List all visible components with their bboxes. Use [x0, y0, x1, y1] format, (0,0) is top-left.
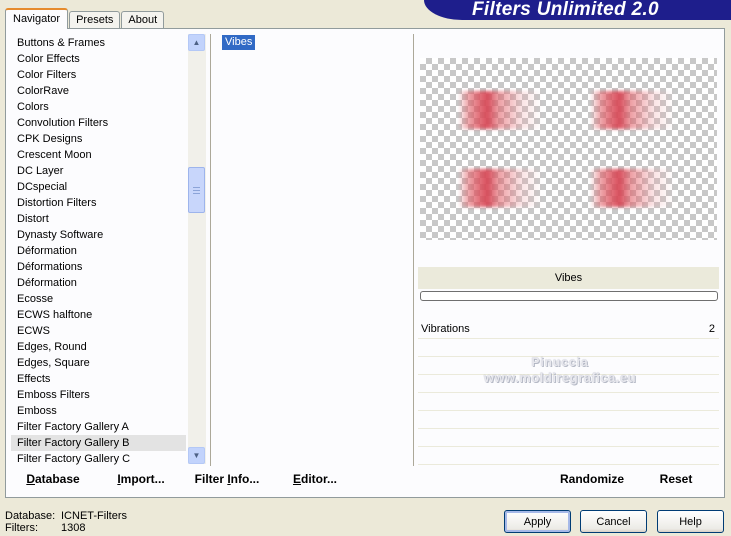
category-item[interactable]: Dynasty Software — [11, 227, 186, 243]
param-row-empty — [418, 430, 719, 447]
category-item[interactable]: Distortion Filters — [11, 195, 186, 211]
help-button[interactable]: Help — [657, 510, 724, 533]
scroll-up-button[interactable]: ▲ — [188, 34, 205, 51]
category-item[interactable]: DCspecial — [11, 179, 186, 195]
cancel-button[interactable]: Cancel — [580, 510, 647, 533]
tab-bar: Navigator Presets About — [5, 8, 165, 29]
watermark-line1: Pinuccia — [531, 355, 589, 369]
watermark: Pinuccia www.moldiregrafica.eu — [440, 354, 680, 386]
param-row-empty — [418, 448, 719, 465]
editor-button[interactable]: Editor... — [290, 466, 340, 492]
preview-blob — [458, 169, 542, 207]
scroll-thumb[interactable] — [188, 167, 205, 213]
category-item[interactable]: Edges, Square — [11, 355, 186, 371]
watermark-line2: www.moldiregrafica.eu — [483, 370, 637, 385]
category-list[interactable]: Buttons & Frames Color Effects Color Filte… — [11, 35, 186, 465]
preview-blob — [590, 169, 674, 207]
preview-blob — [458, 91, 542, 129]
preview-image — [420, 58, 717, 240]
param-row-vibrations[interactable]: Vibrations 2 — [418, 322, 719, 339]
app-title: Filters Unlimited 2.0 — [472, 0, 659, 20]
category-item[interactable]: DC Layer — [11, 163, 186, 179]
status-filters-label: Filters: — [5, 522, 38, 534]
tab-presets[interactable]: Presets — [69, 11, 121, 29]
param-value[interactable]: 2 — [709, 323, 715, 335]
toolbar: Database Import... Filter Info... Editor… — [10, 466, 718, 494]
category-item[interactable]: ECWS halftone — [11, 307, 186, 323]
filter-name-header: Vibes — [418, 267, 719, 289]
divider — [210, 34, 211, 466]
category-item[interactable]: CPK Designs — [11, 131, 186, 147]
filter-list[interactable]: Vibes — [222, 35, 407, 463]
tab-about[interactable]: About — [121, 11, 165, 29]
status-database-value: ICNET-Filters — [61, 510, 127, 522]
category-item[interactable]: Color Effects — [11, 51, 186, 67]
category-item[interactable]: ECWS — [11, 323, 186, 339]
grip-icon — [193, 186, 200, 194]
tab-navigator[interactable]: Navigator — [5, 8, 69, 29]
status-database-label: Database: — [5, 510, 56, 522]
scroll-down-button[interactable]: ▼ — [188, 447, 205, 464]
category-item[interactable]: Emboss — [11, 403, 186, 419]
category-item[interactable]: Filter Factory Gallery C — [11, 451, 186, 465]
category-item[interactable]: Edges, Round — [11, 339, 186, 355]
reset-button[interactable]: Reset — [654, 466, 698, 492]
divider — [413, 34, 414, 466]
category-item[interactable]: Ecosse — [11, 291, 186, 307]
param-label: Vibrations — [421, 323, 470, 335]
progress-bar — [420, 291, 718, 301]
toolbar-divider — [413, 466, 419, 494]
category-item[interactable]: ColorRave — [11, 83, 186, 99]
category-item[interactable]: Filter Factory Gallery A — [11, 419, 186, 435]
randomize-button[interactable]: Randomize — [554, 466, 630, 492]
category-scrollbar[interactable]: ▲ ▼ — [188, 34, 206, 464]
app-banner: Filters Unlimited 2.0 — [424, 0, 731, 20]
status-area: Database: ICNET-Filters Filters: 1308 — [5, 510, 127, 534]
category-item[interactable]: Déformation — [11, 275, 186, 291]
status-filters-value: 1308 — [61, 522, 86, 534]
category-item[interactable]: Déformation — [11, 243, 186, 259]
param-row-empty — [418, 412, 719, 429]
database-button[interactable]: Database — [20, 466, 86, 492]
category-item[interactable]: Effects — [11, 371, 186, 387]
category-item[interactable]: Colors — [11, 99, 186, 115]
category-item[interactable]: Convolution Filters — [11, 115, 186, 131]
category-item[interactable]: Color Filters — [11, 67, 186, 83]
category-item[interactable]: Crescent Moon — [11, 147, 186, 163]
category-item[interactable]: Distort — [11, 211, 186, 227]
apply-button[interactable]: Apply — [504, 510, 571, 533]
filter-info-button[interactable]: Filter Info... — [193, 466, 261, 492]
param-row-empty — [418, 394, 719, 411]
filter-item-vibes[interactable]: Vibes — [222, 35, 256, 50]
category-item[interactable]: Déformations — [11, 259, 186, 275]
category-item[interactable]: Filter Factory Gallery B — [11, 435, 186, 451]
category-item[interactable]: Emboss Filters — [11, 387, 186, 403]
category-item[interactable]: Buttons & Frames — [11, 35, 186, 51]
preview-blob — [590, 91, 674, 129]
import-button[interactable]: Import... — [112, 466, 170, 492]
